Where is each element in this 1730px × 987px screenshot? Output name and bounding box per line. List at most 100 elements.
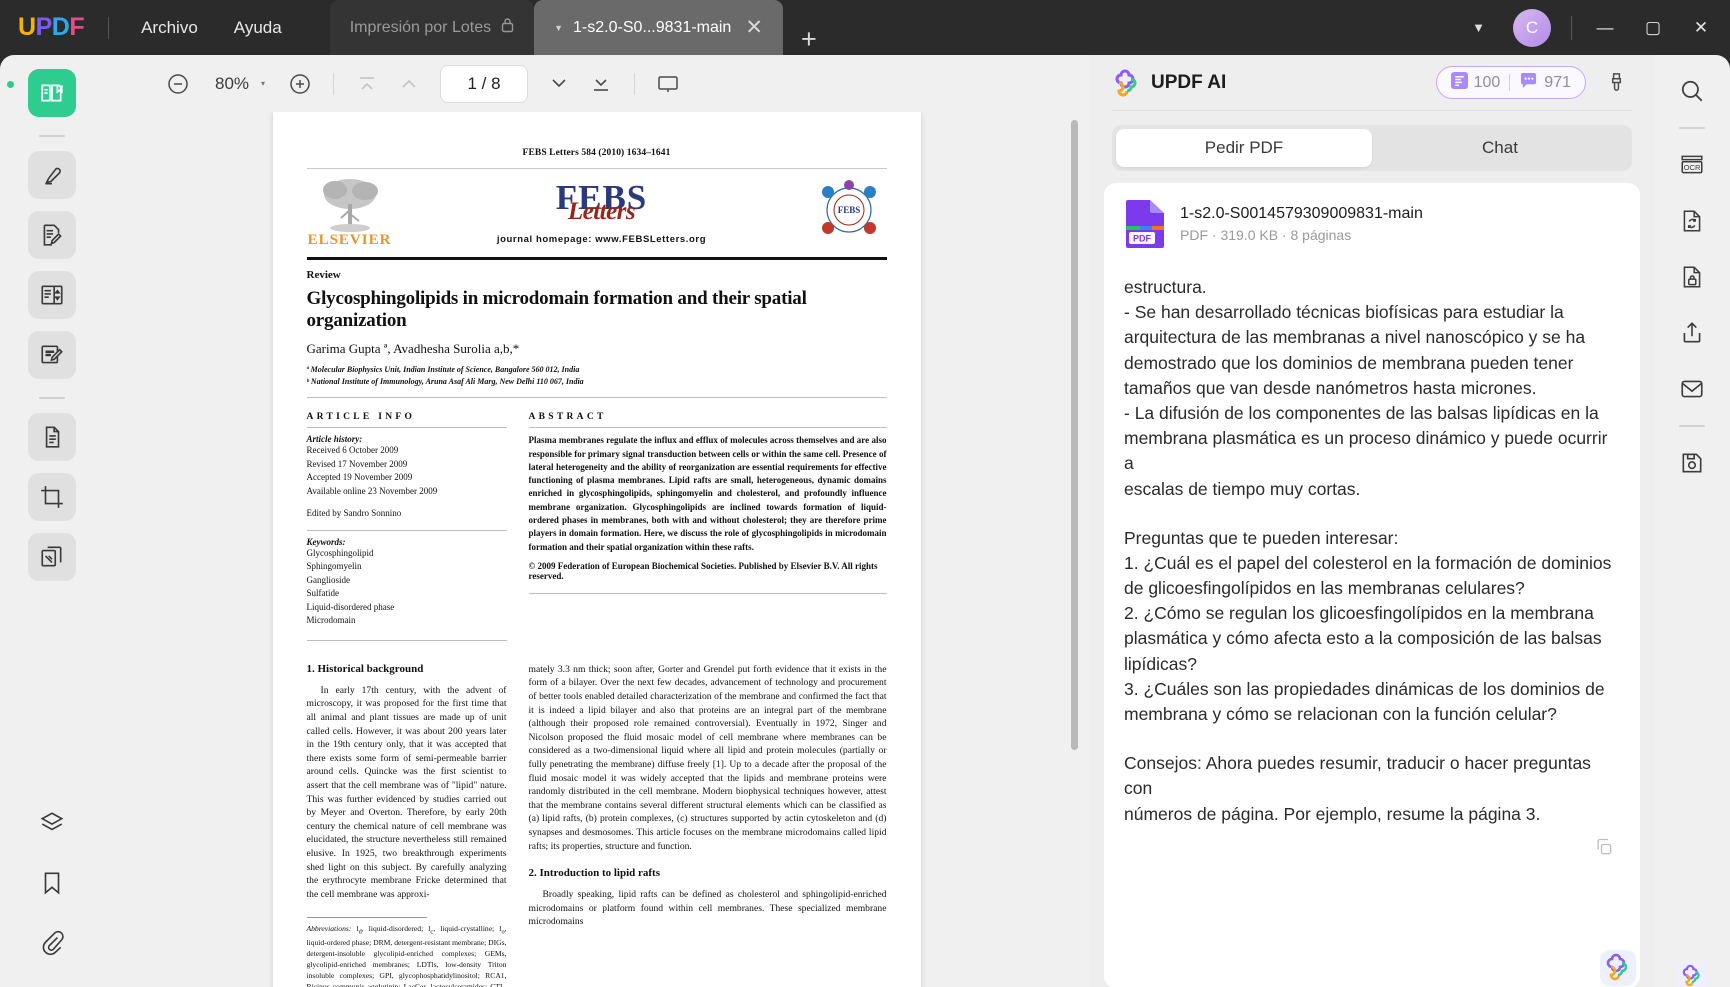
body-left-column: 1. Historical background In early 17th c… <box>306 662 507 987</box>
abstract-heading: ABSTRACT <box>528 412 607 423</box>
brush-icon[interactable] <box>1596 63 1636 103</box>
section-1-heading: 1. Historical background <box>306 662 424 675</box>
message-line: Preguntas que te pueden interesar: <box>1124 527 1399 548</box>
document-credit-icon <box>1450 71 1468 94</box>
affiliation-a: ª Molecular Biophysics Unit, Indian Inst… <box>306 365 580 374</box>
right-toolbar: OCR <box>1654 55 1730 987</box>
sidebar-item-reader[interactable] <box>27 69 76 117</box>
document-credits: 100 <box>1450 71 1500 94</box>
zoom-out-button[interactable] <box>159 65 197 103</box>
copy-icon[interactable] <box>1594 837 1614 862</box>
message-line: demostrado que los dominios de membrana … <box>1124 352 1574 373</box>
convert-icon[interactable] <box>1670 199 1714 243</box>
elsevier-wordmark: ELSEVIER <box>307 232 392 248</box>
next-page-button[interactable] <box>540 65 578 103</box>
ai-assistant-icon[interactable] <box>1598 948 1638 987</box>
history-accepted: Accepted 19 November 2009 <box>306 472 413 483</box>
protect-icon[interactable] <box>1670 255 1714 299</box>
keyword-item: Ganglioside <box>306 574 351 585</box>
close-icon[interactable]: ✕ <box>741 17 763 38</box>
zoom-dropdown-chevron-icon[interactable]: ▾ <box>261 79 277 88</box>
message-line: plasmática y cómo afecta esto a la compo… <box>1124 628 1602 649</box>
updf-ai-logo-icon <box>1112 69 1140 97</box>
maximize-button[interactable]: ▢ <box>1630 0 1676 55</box>
history-received: Received 6 October 2009 <box>306 445 399 456</box>
minimize-button[interactable]: — <box>1582 0 1628 55</box>
share-icon[interactable] <box>1670 311 1714 355</box>
keywords-label: Keywords: <box>306 536 346 547</box>
chat-credit-count: 971 <box>1544 73 1571 91</box>
tab-impresion-por-lotes[interactable]: Impresión por Lotes <box>329 0 535 55</box>
tab-list-chevron-icon[interactable]: ▼ <box>1456 0 1501 55</box>
section-2-paragraph-1: Broadly speaking, lipid rafts can be def… <box>528 889 887 928</box>
left-toolbar <box>0 55 103 987</box>
first-page-button[interactable] <box>348 65 386 103</box>
keyword-item: Liquid-disordered phase <box>306 601 395 612</box>
ai-credits-badge[interactable]: 100 971 <box>1435 66 1586 99</box>
divider <box>108 16 110 39</box>
svg-text:PDF: PDF <box>1133 234 1152 244</box>
present-button[interactable] <box>649 65 687 103</box>
keyword-item: Glycosphingolipid <box>306 547 374 558</box>
tab-document[interactable]: ▼ 1-s2.0-S0...9831-main ✕ <box>534 0 783 55</box>
menu-ayuda[interactable]: Ayuda <box>216 0 300 55</box>
ai-tab-group: Pedir PDF Chat <box>1112 125 1632 171</box>
scrollbar-thumb[interactable] <box>1071 120 1078 750</box>
section-1-paragraph-1: In early 17th century, with the advent o… <box>306 684 507 900</box>
divider <box>306 397 887 399</box>
sidebar-item-page-organize[interactable] <box>27 413 76 461</box>
new-tab-button[interactable]: + <box>783 24 835 55</box>
sidebar-item-edit-pdf[interactable] <box>27 211 76 259</box>
tab-pedir-pdf[interactable]: Pedir PDF <box>1116 129 1372 167</box>
message-line: - Se han desarrollado técnicas biofísica… <box>1124 302 1564 323</box>
affiliation-b: ᵇ National Institute of Immunology, Arun… <box>306 376 584 386</box>
sidebar-item-bookmark[interactable] <box>28 859 76 907</box>
keyword-item: Sphingomyelin <box>306 561 362 572</box>
sidebar-item-crop[interactable] <box>27 473 76 521</box>
prev-page-button[interactable] <box>390 65 428 103</box>
ai-assistant-icon[interactable] <box>1670 954 1714 987</box>
document-area[interactable]: FEBS Letters 584 (2010) 1634–1641 ELSEVI… <box>103 112 1090 987</box>
sidebar-item-annotate[interactable] <box>27 331 76 379</box>
abbreviations-label: Abbreviations: <box>306 924 352 934</box>
zoom-in-button[interactable] <box>281 65 319 103</box>
chevron-down-icon[interactable]: ▼ <box>554 23 563 33</box>
pdf-file-icon: PDF <box>1124 199 1166 249</box>
sidebar-item-attachment[interactable] <box>28 919 76 967</box>
ai-conversation[interactable]: PDF 1-s2.0-S0014579309009831-main PDF · … <box>1104 183 1640 987</box>
abbreviations-note: Abbreviations: ld, liquid-disordered; lc… <box>307 923 507 987</box>
sidebar-item-layers[interactable] <box>28 799 76 847</box>
article-authors: Garima Gupta ª, Avadhesha Surolia a,b,* <box>306 341 520 356</box>
sidebar-item-batch[interactable] <box>27 533 76 581</box>
journal-masthead: ELSEVIER FEBS Letters journal homepage: … <box>307 169 887 253</box>
body-columns: 1. Historical background In early 17th c… <box>306 662 887 987</box>
divider <box>1571 15 1572 40</box>
article-type: Review <box>306 269 341 281</box>
save-icon[interactable] <box>1670 441 1714 485</box>
page-indicator[interactable]: 1 / 8 <box>440 64 529 103</box>
viewer-scrollbar[interactable] <box>1071 112 1084 987</box>
menu-archivo[interactable]: Archivo <box>123 0 216 55</box>
message-line: estructura. <box>1124 277 1207 297</box>
ocr-icon[interactable]: OCR <box>1670 143 1714 187</box>
section-1-paragraph-2: mately 3.3 nm thick; soon after, Gorter … <box>528 663 887 852</box>
sidebar-item-form[interactable] <box>27 271 76 319</box>
chat-credits: 971 <box>1519 72 1571 94</box>
avatar[interactable]: C <box>1513 8 1551 47</box>
last-page-button[interactable] <box>582 65 620 103</box>
window-close-button[interactable]: ✕ <box>1678 0 1724 55</box>
attached-file-card[interactable]: PDF 1-s2.0-S0014579309009831-main PDF · … <box>1104 183 1640 265</box>
tab-chat[interactable]: Chat <box>1372 129 1628 167</box>
article-title: Glycosphingolipids in microdomain format… <box>306 288 807 331</box>
email-icon[interactable] <box>1670 367 1714 411</box>
history-label: Article history: <box>306 434 363 445</box>
sidebar-item-highlighter[interactable] <box>27 151 76 199</box>
history-online: Available online 23 November 2009 <box>306 485 438 496</box>
svg-text:OCR: OCR <box>1684 163 1701 172</box>
attached-file-name: 1-s2.0-S0014579309009831-main <box>1180 205 1423 222</box>
zoom-level[interactable]: 80% <box>201 74 257 94</box>
window-controls: ▼ C — ▢ ✕ <box>1456 0 1730 55</box>
divider <box>306 639 507 641</box>
search-icon[interactable] <box>1670 69 1714 113</box>
updf-window: UPDF Archivo Ayuda Impresión por Lotes ▼… <box>0 0 1730 987</box>
